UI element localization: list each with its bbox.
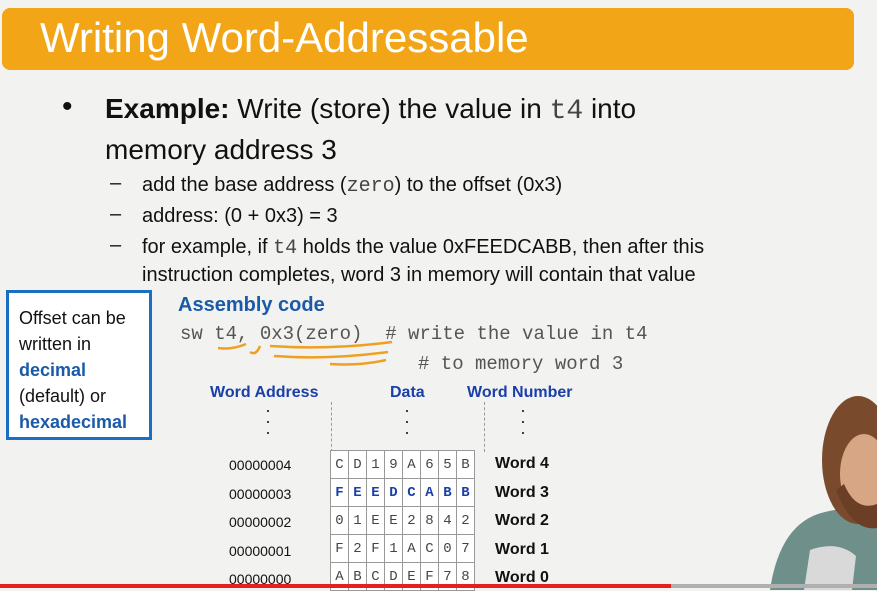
memory-nibble: B xyxy=(456,450,475,479)
word-address: 00000002 xyxy=(229,514,292,530)
memory-nibble: 5 xyxy=(438,450,457,479)
bullet-dot: • xyxy=(62,90,73,123)
word-number-label: Word 2 xyxy=(495,512,549,529)
note-line-1: Offset can be xyxy=(19,308,126,328)
word-address: 00000004 xyxy=(229,457,292,473)
memory-nibble: C xyxy=(330,450,349,479)
word-number-label: Word 3 xyxy=(495,483,549,501)
sub3-post: holds the value 0xFEEDCABB, then after t… xyxy=(302,236,705,258)
memory-nibble: 2 xyxy=(348,534,367,563)
word-address: 00000003 xyxy=(229,485,292,502)
memory-nibble: B xyxy=(438,478,457,507)
sub3-pre: for example, if xyxy=(142,236,268,258)
note-line-2: written in xyxy=(19,334,92,354)
sub1-pre: add the base address ( xyxy=(142,174,347,196)
sub1-post: ) to the offset (0x3) xyxy=(394,174,563,196)
dash-right xyxy=(484,402,485,452)
memory-nibble: 1 xyxy=(366,450,385,479)
memory-nibble: 2 xyxy=(402,506,421,535)
memory-nibble: F xyxy=(330,534,349,563)
video-progress-fill xyxy=(0,584,671,588)
memory-nibble: A xyxy=(402,534,421,563)
word-number-label: Word 4 xyxy=(495,455,549,472)
memory-row: 01EE2842 xyxy=(330,506,475,535)
memory-nibble: E xyxy=(384,506,403,535)
memory-nibble: 6 xyxy=(420,450,439,479)
bullet-reg: t4 xyxy=(549,96,584,127)
dash-left xyxy=(331,402,332,452)
word-address: 00000001 xyxy=(229,542,292,559)
memory-nibble: A xyxy=(402,450,421,479)
sub3-line2: instruction completes, word 3 in memory … xyxy=(142,264,696,286)
memory-table: CD19A65BFEEDCABB01EE2842F2F1AC07ABCDEF78 xyxy=(330,450,475,591)
data-ellipsis: · · · xyxy=(404,400,410,442)
slide-title: Writing Word-Addressable xyxy=(40,14,529,61)
memory-nibble: 2 xyxy=(456,506,475,535)
memory-nibble: C xyxy=(402,478,421,507)
memory-nibble: E xyxy=(348,478,367,507)
sub1-code: zero xyxy=(346,175,395,198)
assembly-heading: Assembly code xyxy=(178,294,325,316)
memory-nibble: 0 xyxy=(330,506,349,535)
sub-item-3: for example, if t4 holds the value 0xFEE… xyxy=(142,234,822,288)
memory-nibble: 1 xyxy=(348,506,367,535)
memory-nibble: 1 xyxy=(384,534,403,563)
asm-line-2: # to memory word 3 xyxy=(418,353,624,375)
memory-nibble: 9 xyxy=(384,450,403,479)
sub-dash-2: – xyxy=(110,203,122,225)
ink-underline-annotation xyxy=(217,340,393,366)
bullet-line2: memory address 3 xyxy=(105,134,337,165)
note-line-4: (default) or xyxy=(19,386,107,406)
memory-nibble: B xyxy=(456,478,475,507)
memory-nibble: 0 xyxy=(438,534,457,563)
memory-nibble: D xyxy=(348,450,367,479)
memory-nibble: 7 xyxy=(456,534,475,563)
memory-nibble: F xyxy=(330,478,349,507)
bullet-text-post: into xyxy=(590,93,637,124)
sub-dash-1: – xyxy=(110,172,122,194)
memory-nibble: E xyxy=(366,478,385,507)
title-bar: Writing Word-Addressable xyxy=(2,8,854,70)
word-number-label: Word 1 xyxy=(495,540,549,558)
sub-item-1: add the base address (zero) to the offse… xyxy=(142,172,822,200)
memory-nibble: A xyxy=(420,478,439,507)
memory-nibble: D xyxy=(384,478,403,507)
note-hexadecimal: hexadecimal xyxy=(19,412,128,432)
memory-nibble: C xyxy=(420,534,439,563)
memory-nibble: 8 xyxy=(420,506,439,535)
memory-row: CD19A65B xyxy=(330,450,475,479)
offset-note-box: Offset can be written in decimal (defaul… xyxy=(6,290,152,440)
memory-nibble: F xyxy=(366,534,385,563)
presenter-avatar xyxy=(770,396,877,590)
memory-nibble: E xyxy=(366,506,385,535)
example-label: Example: xyxy=(105,93,230,124)
memory-nibble: 4 xyxy=(438,506,457,535)
sub-dash-3: – xyxy=(110,234,122,256)
address-ellipsis: · · · xyxy=(265,400,271,442)
sub-item-2: address: (0 + 0x3) = 3 xyxy=(142,205,338,227)
note-decimal: decimal xyxy=(19,360,87,380)
memory-row: FEEDCABB xyxy=(330,478,475,507)
bullet-text-pre: Write (store) the value in xyxy=(237,93,542,124)
memory-row: F2F1AC07 xyxy=(330,534,475,563)
sub3-code: t4 xyxy=(273,237,298,260)
bullet-main: Example: Write (store) the value in t4 i… xyxy=(105,90,805,169)
number-ellipsis: · · · xyxy=(520,400,526,442)
